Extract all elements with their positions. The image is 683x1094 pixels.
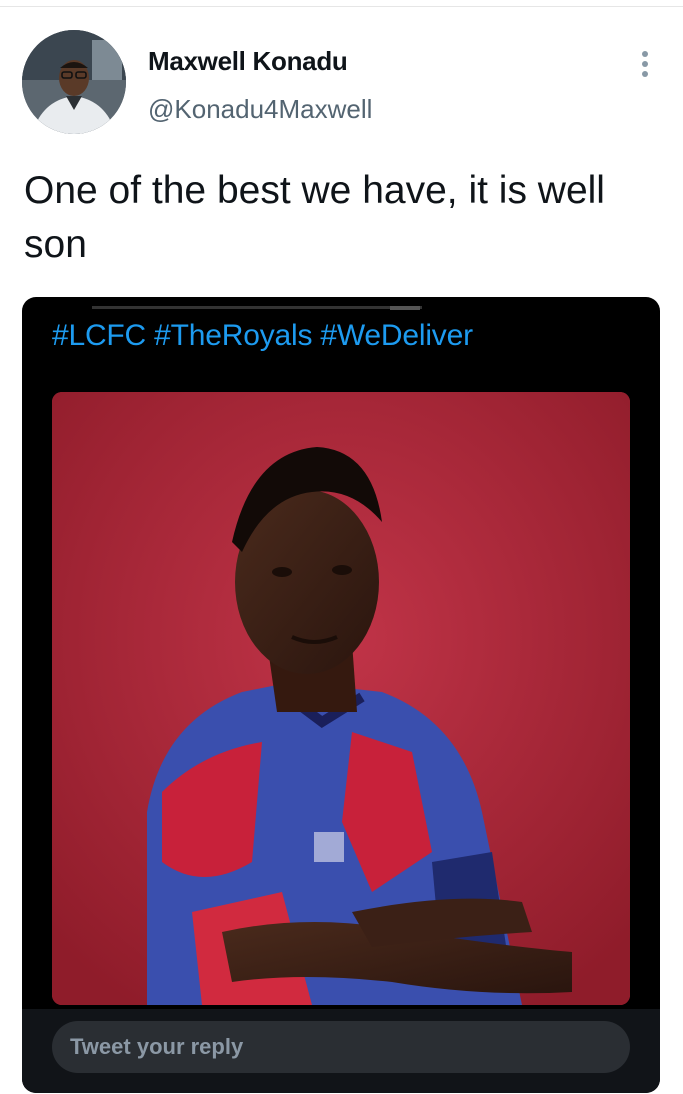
top-divider xyxy=(0,6,683,7)
author-handle[interactable]: @Konadu4Maxwell xyxy=(148,94,372,125)
avatar[interactable] xyxy=(22,30,126,134)
more-vertical-icon[interactable] xyxy=(628,46,662,82)
hashtags-link[interactable]: #LCFC #TheRoyals #WeDeliver xyxy=(52,319,473,353)
tweet-text: One of the best we have, it is well son xyxy=(24,169,605,266)
reply-input[interactable]: Tweet your reply xyxy=(52,1021,630,1073)
author-name[interactable]: Maxwell Konadu xyxy=(148,46,348,77)
player-photo[interactable] xyxy=(52,392,630,1005)
card-cropped-text-strip xyxy=(22,297,660,310)
quoted-media-card[interactable]: #LCFC #TheRoyals #WeDeliver Tweet your r… xyxy=(22,297,660,1093)
reply-bar: Tweet your reply xyxy=(22,1009,660,1093)
